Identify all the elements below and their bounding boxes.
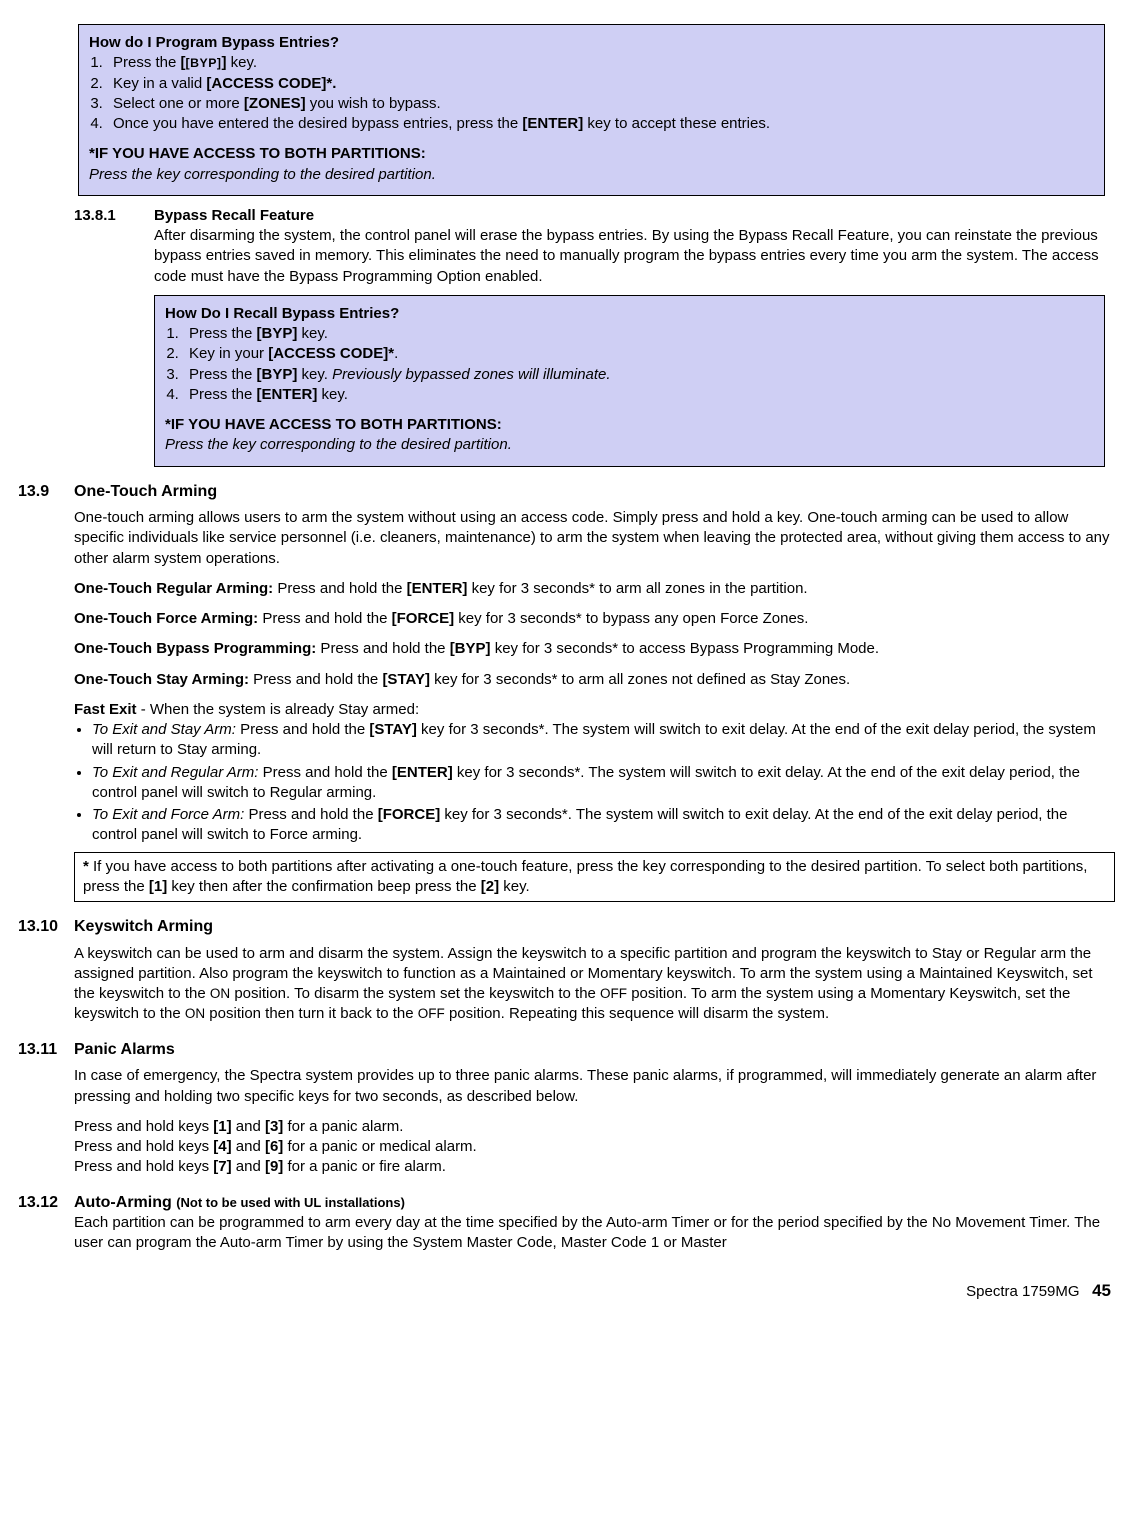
sec-13-9-p1: One-touch arming allows users to arm the… (74, 508, 1115, 569)
key-1: [1] (149, 878, 167, 895)
box1-step3: Select one or more [ZONES] you wish to b… (107, 94, 1094, 114)
box1-step4: Once you have entered the desired bypass… (107, 114, 1094, 134)
sec-13-9-body: One-touch arming allows users to arm the… (74, 508, 1115, 846)
panic-line-3: Press and hold keys [7] and [9] for a pa… (74, 1157, 1115, 1177)
sec-13-11-num: 13.11 (18, 1039, 74, 1061)
key-7: [7] (213, 1158, 231, 1175)
sec-13-9-head: 13.9 One-Touch Arming (18, 481, 1115, 503)
sec-13-10-body: A keyswitch can be used to arm and disar… (74, 944, 1115, 1025)
key-6: [6] (265, 1138, 283, 1155)
panic-line-1: Press and hold keys [1] and [3] for a pa… (74, 1117, 1115, 1137)
sec-13-12-num: 13.12 (18, 1192, 74, 1214)
sec-13-10-title: Keyswitch Arming (74, 916, 213, 938)
one-touch-stay: One-Touch Stay Arming: Press and hold th… (74, 670, 1115, 690)
key-force: [FORCE] (378, 806, 441, 823)
box2-step1: Press the [BYP] key. (183, 324, 1094, 344)
one-touch-force: One-Touch Force Arming: Press and hold t… (74, 609, 1115, 629)
sec-13-11-head: 13.11 Panic Alarms (18, 1039, 1115, 1061)
fast-exit-force: To Exit and Force Arm: Press and hold th… (92, 805, 1115, 846)
box1-steps: Press the [[BYP]] key. Key in a valid [A… (107, 53, 1094, 134)
one-touch-regular: One-Touch Regular Arming: Press and hold… (74, 579, 1115, 599)
key-access-code: [ACCESS CODE]*. (206, 75, 336, 92)
bypass-program-box: How do I Program Bypass Entries? Press t… (78, 24, 1105, 196)
box2-note-title: *IF YOU HAVE ACCESS TO BOTH PARTITIONS: (165, 415, 1094, 435)
key-stay: [STAY] (369, 721, 417, 738)
sec-13-8-1-num: 13.8.1 (74, 206, 154, 226)
box1-note-title: *IF YOU HAVE ACCESS TO BOTH PARTITIONS: (89, 144, 1094, 164)
key-9: [9] (265, 1158, 283, 1175)
sec-13-12-head: 13.12 Auto-Arming (Not to be used with U… (18, 1192, 1115, 1214)
sec-13-10-head: 13.10 Keyswitch Arming (18, 916, 1115, 938)
fast-exit-list: To Exit and Stay Arm: Press and hold the… (92, 720, 1115, 846)
partition-note-box: * If you have access to both partitions … (74, 852, 1115, 903)
sec-13-8-1-title: Bypass Recall Feature (154, 206, 314, 226)
box2-step2: Key in your [ACCESS CODE]*. (183, 344, 1094, 364)
bypass-recall-box: How Do I Recall Bypass Entries? Press th… (154, 295, 1105, 467)
key-3: [3] (265, 1118, 283, 1135)
key-4: [4] (213, 1138, 231, 1155)
key-access-code: [ACCESS CODE]* (268, 345, 394, 362)
footer-model: Spectra 1759MG (966, 1283, 1079, 1300)
fast-exit-stay: To Exit and Stay Arm: Press and hold the… (92, 720, 1115, 761)
box2-note-body: Press the key corresponding to the desir… (165, 435, 1094, 455)
box2-steps: Press the [BYP] key. Key in your [ACCESS… (183, 324, 1094, 405)
key-byp: [BYP] (257, 325, 298, 342)
key-byp: [BYP] (450, 640, 491, 657)
sec-13-11-title: Panic Alarms (74, 1039, 175, 1061)
sec-13-11-p1: In case of emergency, the Spectra system… (74, 1066, 1115, 1107)
sec-13-12-p1: Each partition can be programmed to arm … (74, 1213, 1115, 1254)
sec-13-10-num: 13.10 (18, 916, 74, 938)
sec-13-8-1-head: 13.8.1 Bypass Recall Feature (74, 206, 1115, 226)
sec-13-9-title: One-Touch Arming (74, 481, 217, 503)
key-byp: [[BYP]] (181, 54, 227, 71)
fast-exit-lead: Fast Exit - When the system is already S… (74, 700, 1115, 720)
box1-step2: Key in a valid [ACCESS CODE]*. (107, 74, 1094, 94)
page-footer: Spectra 1759MG 45 (18, 1280, 1115, 1303)
box2-title: How Do I Recall Bypass Entries? (165, 304, 1094, 324)
box1-note-body: Press the key corresponding to the desir… (89, 165, 1094, 185)
sec-13-8-1-body: After disarming the system, the control … (154, 226, 1115, 287)
key-enter: [ENTER] (407, 580, 468, 597)
key-enter: [ENTER] (392, 764, 453, 781)
key-enter: [ENTER] (522, 115, 583, 132)
box1-step1: Press the [[BYP]] key. (107, 53, 1094, 73)
one-touch-bypass: One-Touch Bypass Programming: Press and … (74, 639, 1115, 659)
sec-13-12-body: Each partition can be programmed to arm … (74, 1213, 1115, 1254)
key-stay: [STAY] (382, 671, 430, 688)
sec-13-12-title: Auto-Arming (Not to be used with UL inst… (74, 1192, 405, 1214)
box1-title: How do I Program Bypass Entries? (89, 33, 1094, 53)
panic-line-2: Press and hold keys [4] and [6] for a pa… (74, 1137, 1115, 1157)
fast-exit-regular: To Exit and Regular Arm: Press and hold … (92, 763, 1115, 804)
key-enter: [ENTER] (257, 386, 318, 403)
key-zones: [ZONES] (244, 95, 306, 112)
key-2: [2] (481, 878, 499, 895)
sec-13-11-body: In case of emergency, the Spectra system… (74, 1066, 1115, 1177)
footer-page: 45 (1092, 1281, 1111, 1300)
sec-13-10-p: A keyswitch can be used to arm and disar… (74, 944, 1115, 1025)
box2-step4: Press the [ENTER] key. (183, 385, 1094, 405)
sec-13-9-num: 13.9 (18, 481, 74, 503)
key-force: [FORCE] (392, 610, 455, 627)
box2-step3: Press the [BYP] key. Previously bypassed… (183, 365, 1094, 385)
key-byp: [BYP] (257, 366, 298, 383)
key-1: [1] (213, 1118, 231, 1135)
